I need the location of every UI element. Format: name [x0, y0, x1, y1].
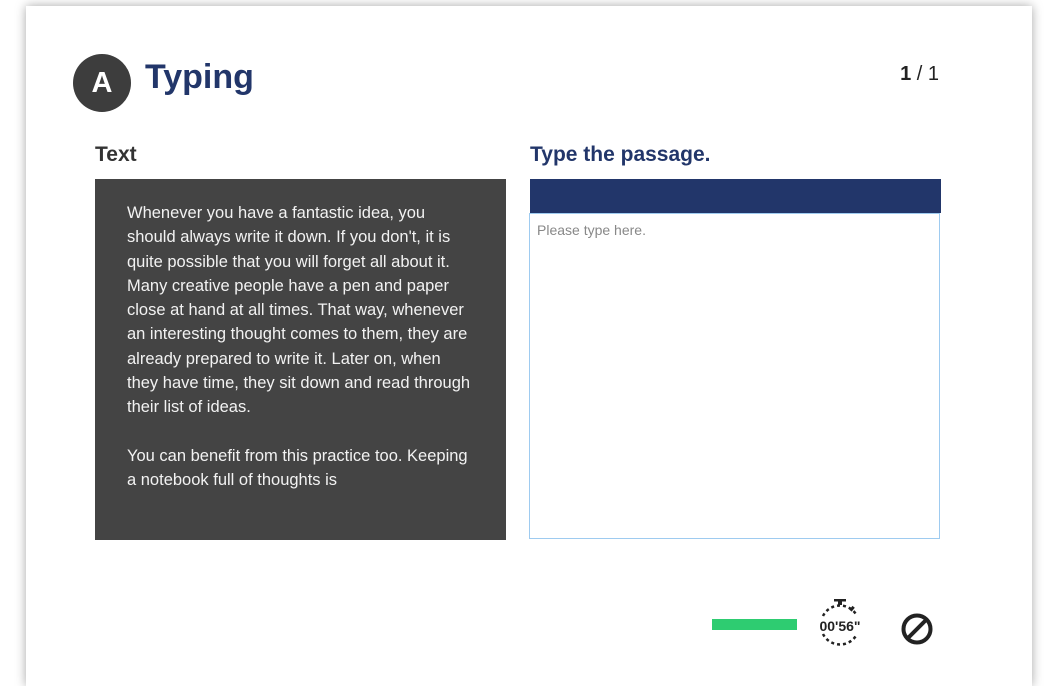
instruction-heading: Type the passage.: [530, 143, 711, 166]
text-heading: Text: [95, 143, 137, 166]
passage-paragraph-1: Whenever you have a fantastic idea, you …: [127, 204, 471, 417]
page-title: Typing: [145, 58, 254, 96]
quiz-panel: A Typing 1 / 1 Text Type the passage. Wh…: [26, 6, 1032, 686]
page-current: 1: [900, 63, 912, 85]
answer-header-bar: [530, 179, 941, 213]
answer-input[interactable]: [529, 213, 940, 539]
timer-readout: 00'56": [819, 618, 861, 634]
page-total: 1: [927, 63, 939, 85]
time-progress-bar: [712, 619, 797, 630]
page-counter: 1 / 1: [900, 63, 939, 85]
passage-panel[interactable]: Whenever you have a fantastic idea, you …: [95, 179, 506, 540]
passage-paragraph-2: You can benefit from this practice too. …: [127, 446, 468, 489]
stop-icon[interactable]: [900, 612, 934, 646]
section-badge: A: [73, 54, 131, 112]
